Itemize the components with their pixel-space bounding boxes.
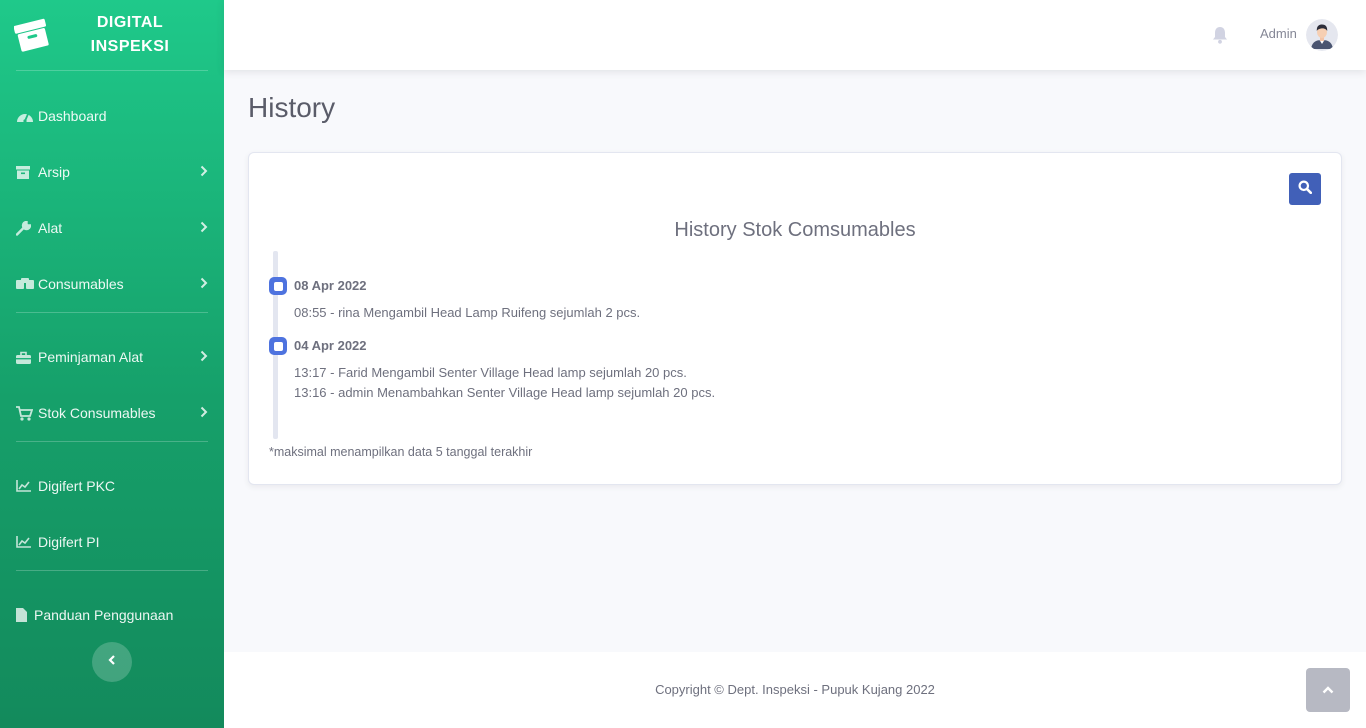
tachometer-icon [16, 109, 38, 123]
sidebar: DIGITAL INSPEKSI Dashboard Arsip Alat Co [0, 0, 224, 728]
archive-logo-icon [13, 17, 50, 53]
sidebar-item-digifert-pkc[interactable]: Digifert PKC [0, 458, 224, 514]
chevron-right-icon [200, 165, 208, 180]
chevron-right-icon [200, 221, 208, 236]
brand[interactable]: DIGITAL INSPEKSI [0, 0, 224, 70]
timeline-date: 04 Apr 2022 [294, 338, 367, 353]
timeline-dot [269, 277, 287, 295]
wrench-icon [16, 220, 38, 236]
sidebar-toggle-button[interactable] [92, 642, 132, 682]
timeline-entry: 13:17 - Farid Mengambil Senter Village H… [294, 365, 687, 380]
timeline-entry: 08:55 - rina Mengambil Head Lamp Ruifeng… [294, 305, 641, 320]
archive-icon [16, 165, 38, 179]
brand-line-1: DIGITAL [96, 14, 164, 31]
timeline-note: *maksimal menampilkan data 5 tanggal ter… [269, 445, 533, 459]
timeline-entries: 08:55 - rina Mengambil Head Lamp Ruifeng… [294, 303, 640, 323]
sidebar-divider [16, 441, 208, 442]
chevron-right-icon [200, 350, 208, 365]
sidebar-item-label: Arsip [38, 164, 70, 180]
footer: Copyright © Dept. Inspeksi - Pupuk Kujan… [224, 652, 1366, 728]
brand-name: DIGITAL INSPEKSI [50, 11, 210, 59]
chevron-up-icon [1322, 681, 1334, 699]
sidebar-item-label: Panduan Penggunaan [34, 607, 174, 623]
sidebar-item-dashboard[interactable]: Dashboard [0, 88, 224, 144]
sidebar-item-label: Stok Consumables [38, 405, 156, 421]
timeline-dot [269, 337, 287, 355]
sidebar-item-label: Digifert PKC [38, 478, 116, 494]
sidebar-item-label: Dashboard [38, 108, 107, 124]
chevron-right-icon [200, 406, 208, 421]
chart-line-icon [16, 536, 38, 548]
timeline-date: 08 Apr 2022 [294, 278, 367, 293]
timeline-entry: 13:16 - admin Menambahkan Senter Village… [294, 385, 716, 400]
chevron-left-icon [108, 653, 116, 671]
sidebar-item-label: Consumables [38, 276, 124, 292]
chart-line-icon [16, 480, 38, 492]
user-name[interactable]: Admin [1260, 26, 1297, 41]
search-button[interactable] [1289, 173, 1321, 205]
scroll-to-top-button[interactable] [1306, 668, 1350, 712]
sidebar-item-peminjaman-alat[interactable]: Peminjaman Alat [0, 329, 224, 385]
search-icon [1298, 180, 1313, 199]
sidebar-item-consumables[interactable]: Consumables [0, 256, 224, 312]
card-title: History Stok Comsumables [674, 219, 916, 241]
sidebar-item-panduan-penggunaan[interactable]: Panduan Penggunaan [0, 587, 224, 643]
bell-icon[interactable] [1212, 26, 1228, 44]
brand-line-2: INSPEKSI [90, 38, 170, 55]
sidebar-item-label: Digifert PI [38, 534, 100, 550]
sidebar-item-label: Peminjaman Alat [38, 349, 144, 365]
page-title: History [248, 92, 336, 123]
timeline-entries: 13:17 - Farid Mengambil Senter Village H… [294, 363, 715, 403]
copyright-text: Copyright © Dept. Inspeksi - Pupuk Kujan… [655, 682, 935, 697]
sidebar-item-stok-consumables[interactable]: Stok Consumables [0, 385, 224, 441]
avatar[interactable] [1306, 19, 1338, 51]
chevron-right-icon [200, 277, 208, 292]
sidebar-item-alat[interactable]: Alat [0, 200, 224, 256]
sidebar-divider [16, 312, 208, 313]
sidebar-item-digifert-pi[interactable]: Digifert PI [0, 514, 224, 570]
sidebar-item-arsip[interactable]: Arsip [0, 144, 224, 200]
topbar: Admin [224, 0, 1366, 70]
cart-icon [16, 405, 38, 421]
history-card: History Stok Comsumables 08 Apr 2022 08:… [248, 152, 1342, 485]
sidebar-divider [16, 570, 208, 571]
sidebar-item-label: Alat [38, 220, 63, 236]
boxes-icon [16, 278, 38, 290]
file-icon [16, 608, 34, 622]
toolbox-icon [16, 351, 38, 364]
